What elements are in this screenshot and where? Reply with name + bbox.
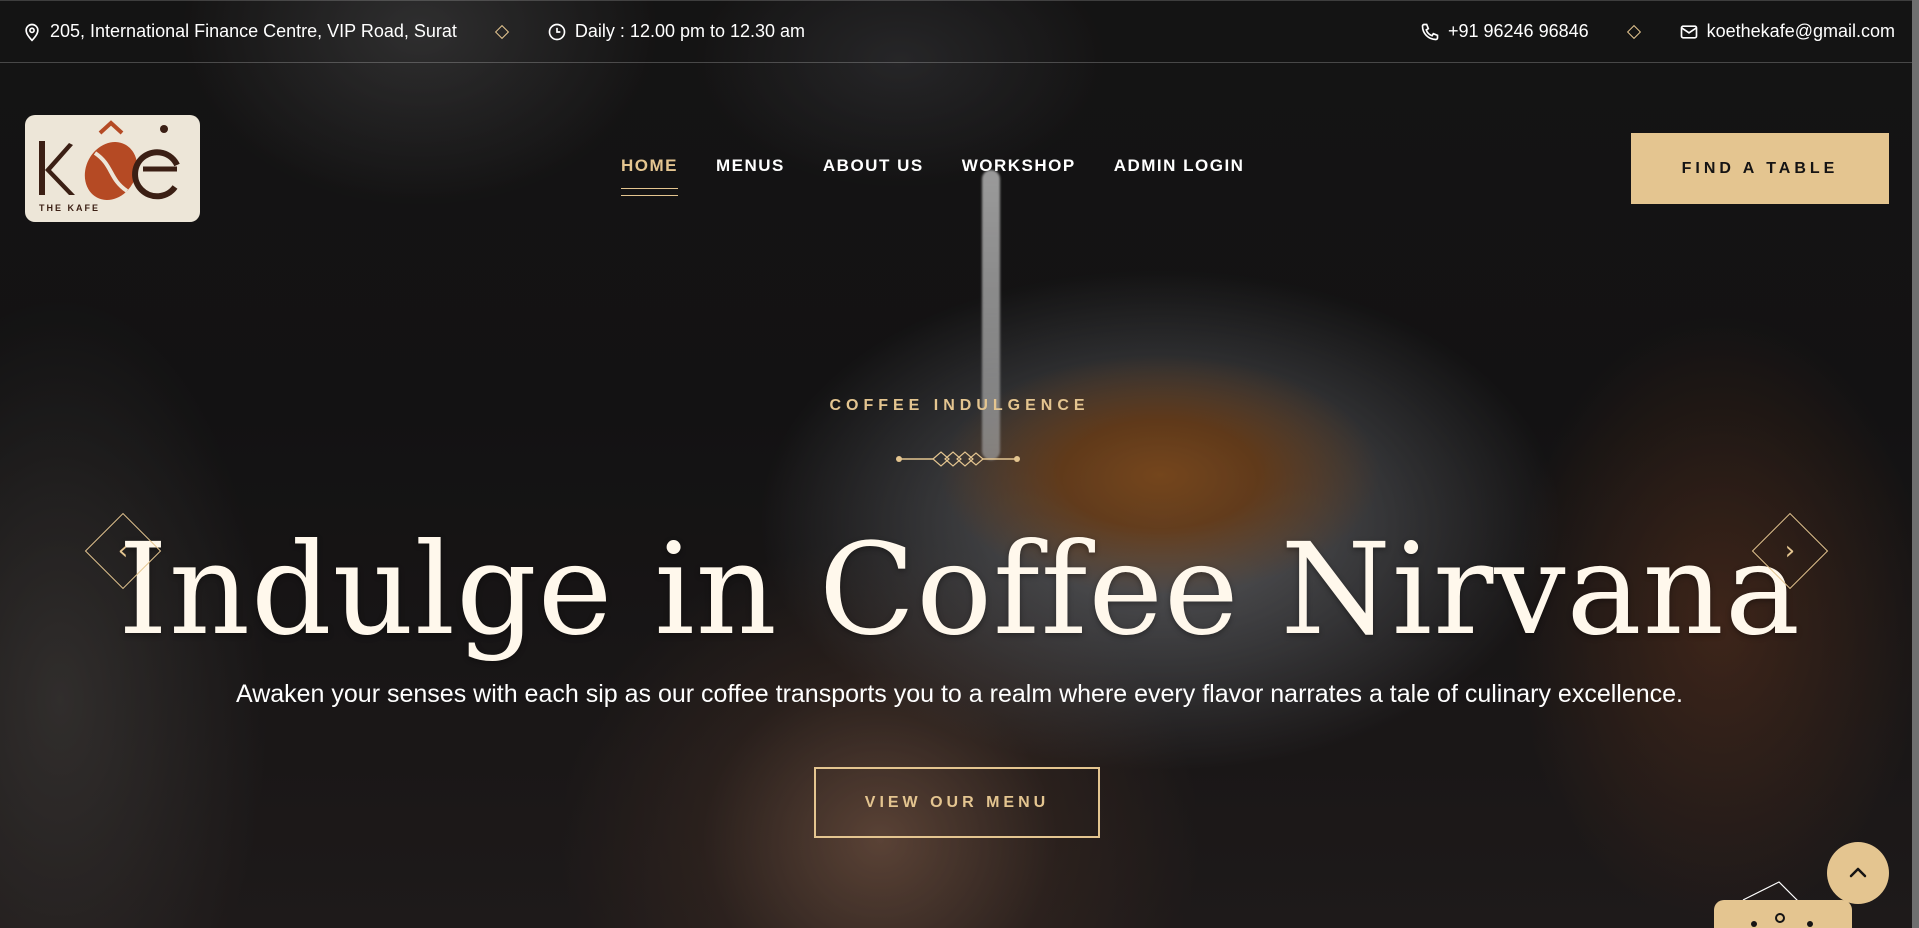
email-text[interactable]: koethekafe@gmail.com [1707, 21, 1895, 42]
hours-text: Daily : 12.00 pm to 12.30 am [574, 21, 806, 41]
logo-subtitle: THE KAFE [39, 203, 100, 213]
chevron-up-icon [1849, 867, 1867, 878]
find-table-button[interactable]: FIND A TABLE [1631, 133, 1889, 204]
nav-item-about-us[interactable]: ABOUT US [823, 156, 924, 176]
nav-item-menus[interactable]: MENUS [716, 156, 785, 176]
scroll-top-button[interactable] [1827, 842, 1889, 904]
phone-info[interactable]: +91 96246 96846 [1420, 21, 1589, 42]
hero-eyebrow: COFFEE INDULGENCE [829, 397, 1090, 414]
nav-item-home[interactable]: HOME [621, 156, 678, 196]
main-nav: HOME MENUS ABOUT US WORKSHOP ADMIN LOGIN [621, 156, 1245, 196]
hero-title: Indulge in Coffee Nirvana [118, 516, 1801, 663]
hero-description: Awaken your senses with each sip as our … [235, 680, 1684, 708]
location-pin-icon [25, 23, 39, 41]
address-info: 205, International Finance Centre, VIP R… [22, 21, 457, 42]
chevron-left-icon: ‹ [117, 536, 129, 566]
email-info[interactable]: koethekafe@gmail.com [1679, 21, 1895, 42]
nav-item-admin-login[interactable]: ADMIN LOGIN [1114, 156, 1245, 176]
phone-icon [1421, 23, 1439, 40]
scrollbar[interactable] [1912, 0, 1919, 928]
separator-diamond [494, 24, 509, 39]
nav-item-workshop[interactable]: WORKSHOP [962, 156, 1076, 176]
phone-text[interactable]: +91 96246 96846 [1448, 21, 1589, 42]
top-bar: 205, International Finance Centre, VIP R… [0, 0, 1919, 63]
view-menu-button[interactable]: VIEW OUR MENU [814, 767, 1100, 838]
hours-info: Daily : 12.00 pm to 12.30 am [547, 21, 805, 42]
chevron-right-icon: › [1784, 536, 1796, 566]
brand-logo[interactable]: THE KAFE [25, 115, 200, 222]
chat-widget-tab[interactable] [1714, 900, 1852, 928]
separator-diamond [1626, 24, 1641, 39]
top-bar-right: +91 96246 96846 koethekafe@gmail.com [1420, 21, 1895, 42]
clock-icon [548, 23, 566, 40]
top-bar-left: 205, International Finance Centre, VIP R… [22, 21, 805, 42]
chat-widget-icon [1751, 913, 1813, 927]
ornament-divider-icon [896, 451, 1020, 467]
mail-icon [1680, 24, 1697, 39]
address-text: 205, International Finance Centre, VIP R… [50, 21, 457, 41]
